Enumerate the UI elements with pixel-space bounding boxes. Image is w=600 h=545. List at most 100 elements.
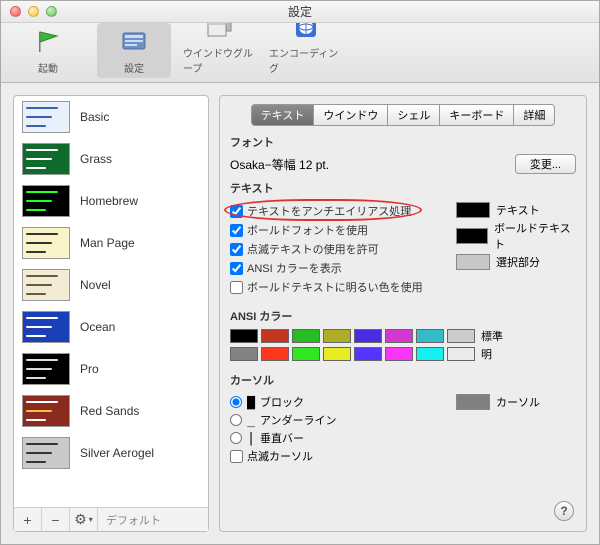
profile-row[interactable]: Silver Aerogel — [14, 432, 208, 474]
checkbox-label: 点滅テキストの使用を許可 — [247, 241, 379, 257]
ansi-swatch[interactable] — [323, 347, 351, 361]
checkbox[interactable] — [230, 281, 243, 294]
profile-thumbnail — [22, 227, 70, 259]
swatch-label: 選択部分 — [496, 254, 540, 270]
sidebar-footer: + − ⚙▾ デフォルト — [14, 507, 208, 531]
checkbox[interactable] — [230, 224, 243, 237]
toolbar: 起動 設定 ウインドウグループ エンコーディング — [1, 23, 599, 83]
profile-thumbnail — [22, 185, 70, 217]
preferences-window: 設定 起動 設定 ウインドウグループ エンコーディング — [0, 0, 600, 545]
ansi-swatch[interactable] — [292, 347, 320, 361]
blink-cursor-row: 点滅カーソル — [230, 448, 442, 464]
profile-thumbnail — [22, 143, 70, 175]
tab-シェル[interactable]: シェル — [387, 104, 439, 126]
profile-name: Novel — [80, 278, 111, 292]
action-menu[interactable]: ⚙▾ — [70, 508, 98, 531]
cursor-glyph-icon: | — [246, 431, 256, 446]
ansi-swatch[interactable] — [261, 329, 289, 343]
checkbox-label: ボールドフォントを使用 — [247, 222, 368, 238]
text-heading: テキスト — [230, 180, 576, 196]
profile-row[interactable]: Novel — [14, 264, 208, 306]
color-swatch[interactable] — [456, 228, 488, 244]
checkbox-label: テキストをアンチエイリアス処理 — [247, 203, 411, 219]
cursor-shape-option[interactable]: ▇ブロック — [230, 394, 442, 410]
add-button[interactable]: + — [14, 508, 42, 531]
profile-name: Ocean — [80, 320, 115, 334]
radio[interactable] — [230, 414, 242, 426]
text-option-row: ボールドフォントを使用 — [230, 222, 446, 238]
profile-thumbnail — [22, 437, 70, 469]
profile-row[interactable]: Grass — [14, 138, 208, 180]
change-font-button[interactable]: 変更... — [515, 154, 576, 174]
ansi-swatch[interactable] — [292, 329, 320, 343]
help-button[interactable]: ? — [554, 501, 574, 521]
color-swatch[interactable] — [456, 202, 490, 218]
text-option-row: 点滅テキストの使用を許可 — [230, 241, 446, 257]
ansi-swatch[interactable] — [354, 347, 382, 361]
ansi-swatch[interactable] — [323, 329, 351, 343]
text-option-row: ANSI カラーを表示 — [230, 260, 446, 276]
cursor-shape-label: アンダーライン — [260, 412, 337, 428]
settings-tabs: テキストウインドウシェルキーボード詳細 — [230, 104, 576, 126]
profile-name: Pro — [80, 362, 99, 376]
profile-row[interactable]: Man Page — [14, 222, 208, 264]
cursor-color-swatch[interactable] — [456, 394, 490, 410]
profile-row[interactable]: Basic — [14, 96, 208, 138]
tab-ウインドウ[interactable]: ウインドウ — [313, 104, 387, 126]
checkbox-label: ANSI カラーを表示 — [247, 260, 342, 276]
cursor-shape-option[interactable]: | 垂直バー — [230, 430, 442, 446]
ansi-swatch[interactable] — [416, 347, 444, 361]
remove-button[interactable]: − — [42, 508, 70, 531]
checkbox[interactable] — [230, 205, 243, 218]
ansi-swatch[interactable] — [447, 329, 475, 343]
blink-checkbox[interactable] — [230, 450, 243, 463]
tab-テキスト[interactable]: テキスト — [251, 104, 314, 126]
ansi-swatch[interactable] — [230, 329, 258, 343]
profile-thumbnail — [22, 395, 70, 427]
window-title: 設定 — [1, 3, 599, 20]
color-swatch[interactable] — [456, 254, 490, 270]
font-heading: フォント — [230, 134, 576, 150]
toolbar-settings[interactable]: 設定 — [97, 23, 171, 78]
default-button[interactable]: デフォルト — [98, 512, 169, 528]
ansi-swatch[interactable] — [447, 347, 475, 361]
checkbox[interactable] — [230, 262, 243, 275]
profiles-list[interactable]: Basic Grass Homebrew Man Page Novel Ocean Pro R… — [14, 96, 208, 507]
profile-name: Homebrew — [80, 194, 138, 208]
content: Basic Grass Homebrew Man Page Novel Ocean Pro R… — [1, 83, 599, 544]
toolbar-startup[interactable]: 起動 — [11, 23, 85, 78]
profile-name: Grass — [80, 152, 112, 166]
profile-thumbnail — [22, 269, 70, 301]
radio[interactable] — [230, 432, 242, 444]
tab-キーボード[interactable]: キーボード — [439, 104, 513, 126]
ansi-swatch[interactable] — [354, 329, 382, 343]
color-row: テキスト — [456, 202, 576, 218]
color-row: 選択部分 — [456, 254, 576, 270]
color-row: ボールドテキスト — [456, 220, 576, 252]
ansi-swatch[interactable] — [416, 329, 444, 343]
cursor-swatch-label: カーソル — [496, 394, 540, 410]
profile-row[interactable]: Pro — [14, 348, 208, 390]
ansi-swatch[interactable] — [230, 347, 258, 361]
profile-row[interactable]: Red Sands — [14, 390, 208, 432]
ansi-normal-label: 標準 — [481, 328, 511, 344]
cursor-shape-label: 垂直バー — [260, 430, 304, 446]
ansi-swatch[interactable] — [261, 347, 289, 361]
ansi-swatch[interactable] — [385, 347, 413, 361]
checkbox[interactable] — [230, 243, 243, 256]
cursor-shape-label: ブロック — [260, 394, 304, 410]
swatch-label: テキスト — [496, 202, 540, 218]
radio[interactable] — [230, 396, 242, 408]
swatch-label: ボールドテキスト — [494, 220, 576, 252]
toolbar-label: 起動 — [38, 60, 58, 75]
cursor-shape-option[interactable]: _アンダーライン — [230, 412, 442, 428]
ansi-heading: ANSI カラー — [230, 308, 576, 324]
tab-詳細[interactable]: 詳細 — [513, 104, 555, 126]
profile-row[interactable]: Ocean — [14, 306, 208, 348]
ansi-swatch[interactable] — [385, 329, 413, 343]
text-option-row: ボールドテキストに明るい色を使用 — [230, 279, 446, 295]
toolbar-label: ウインドウグループ — [183, 45, 257, 75]
titlebar: 設定 — [1, 1, 599, 23]
profile-row[interactable]: Homebrew — [14, 180, 208, 222]
profiles-sidebar: Basic Grass Homebrew Man Page Novel Ocean Pro R… — [13, 95, 209, 532]
